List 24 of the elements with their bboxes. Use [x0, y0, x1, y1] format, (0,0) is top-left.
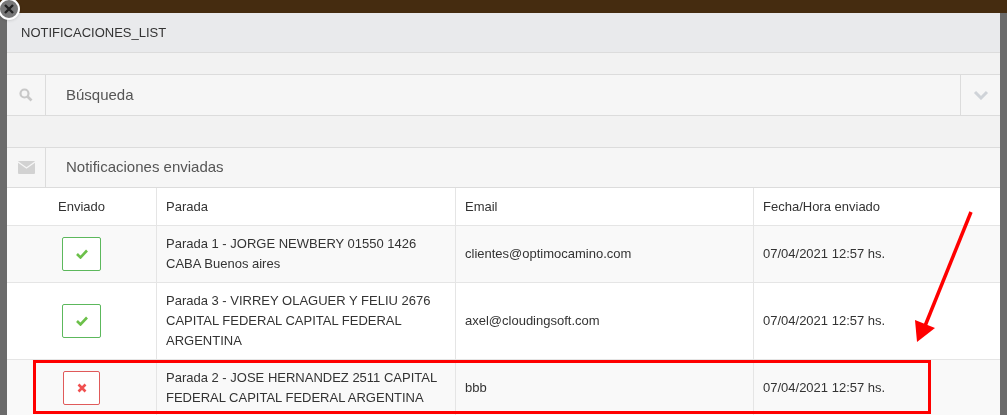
search-icon — [19, 88, 33, 102]
table-cell-text: Parada 3 - VIRREY OLAGUER Y FELIU 2676 CAPITAL FEDERAL CAPITAL FEDERAL ARGENTINA — [166, 292, 432, 350]
panel-title: Búsqueda — [66, 84, 134, 105]
column-header: Enviado — [58, 197, 105, 216]
check-icon — [75, 316, 88, 326]
search-panel-header[interactable]: Búsqueda — [7, 74, 1000, 116]
table-cell-text: axel@cloudingsoft.com — [465, 312, 600, 331]
cross-icon — [76, 383, 87, 393]
table-cell-text: Parada 2 - JOSE HERNANDEZ 2511 CAPITAL FEDERAL CAPITAL FEDERAL ARGENTINA — [166, 369, 438, 407]
table-cell-text: 07/04/2021 12:57 hs. — [763, 245, 886, 264]
check-icon — [75, 249, 88, 259]
table-cell-text: 07/04/2021 12:57 hs. — [763, 379, 886, 398]
close-icon — [4, 4, 14, 14]
column-header: Parada — [166, 197, 208, 216]
envelope-icon — [17, 161, 35, 174]
column-header: Email — [465, 197, 498, 216]
table-cell-text: clientes@optimocamino.com — [465, 245, 632, 264]
column-header: Fecha/Hora enviado — [763, 197, 881, 216]
panel-title: Notificaciones enviadas — [66, 157, 224, 178]
window-title: NOTIFICACIONES_LIST — [21, 23, 167, 42]
close-button[interactable] — [0, 0, 20, 20]
table-cell-text: 07/04/2021 12:57 hs. — [763, 312, 886, 331]
table-cell-text: bbb — [465, 379, 487, 398]
table-cell-text: Parada 1 - JORGE NEWBERY 01550 1426 CABA Buenos aires — [166, 235, 418, 273]
